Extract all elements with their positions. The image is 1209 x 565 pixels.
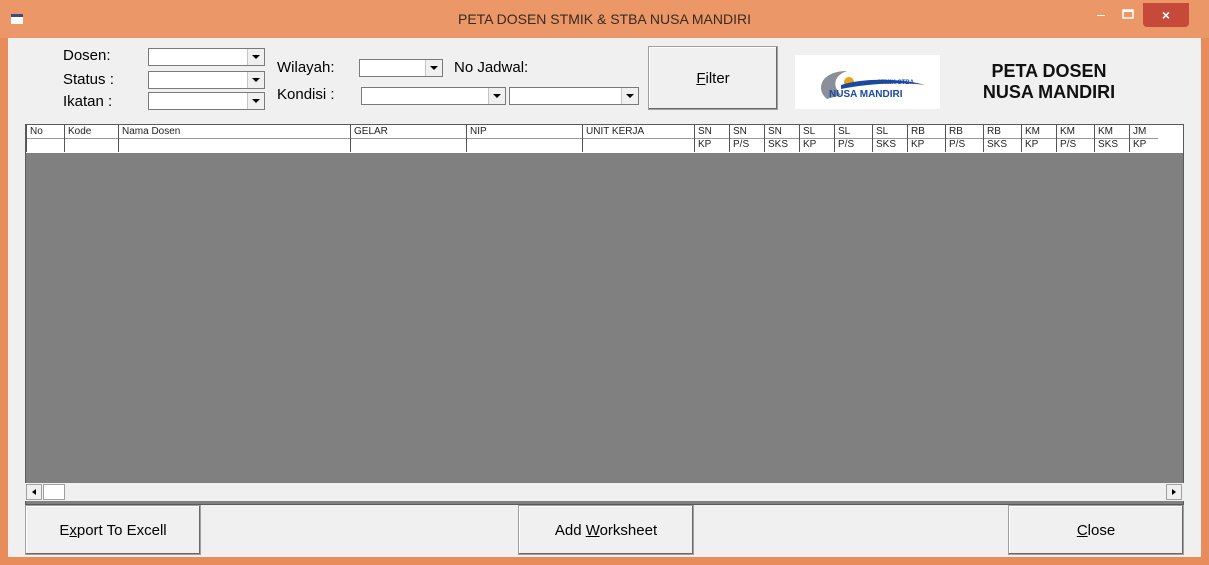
chevron-down-icon[interactable] [488,88,505,104]
no-jadwal-combo[interactable] [509,87,639,105]
kondisi-label: Kondisi : [277,86,335,103]
maximize-button[interactable] [1116,6,1140,26]
column-header[interactable]: SL [872,125,907,139]
peta-dosen-title: PETA DOSEN NUSA MANDIRI [960,61,1138,103]
wilayah-combo[interactable] [359,59,443,77]
export-to-excel-button[interactable]: Export To Excell [25,505,201,555]
column-header[interactable]: SN [694,125,729,139]
column-header[interactable]: KM [1021,125,1056,139]
dosen-label: Dosen: [63,47,111,64]
title-line-2: NUSA MANDIRI [982,82,1116,102]
column-header[interactable]: SL [799,125,834,139]
arrow-left-icon [32,489,36,495]
column-header[interactable]: JM [1129,125,1158,139]
column-header[interactable]: SL [834,125,872,139]
column-subheader: P/S [729,138,764,152]
chevron-down-icon[interactable] [425,60,442,76]
dosen-grid[interactable]: No Kode Nama Dosen GELAR NIP UNIT KERJA SN KP SN… [25,124,1184,505]
add-worksheet-button[interactable]: Add Worksheet [518,505,694,555]
column-header[interactable]: RB [945,125,983,139]
ikatan-label: Ikatan : [63,93,113,110]
column-subheader: KP [1129,138,1158,152]
column-subheader: KP [1021,138,1056,152]
column-subheader: SKS [872,138,907,152]
logo-main-text: NUSA MANDIRI [829,89,903,100]
column-header[interactable]: KM [1056,125,1094,139]
column-subheader [582,138,694,152]
status-combo[interactable] [148,71,265,89]
column-header[interactable]: KM [1094,125,1129,139]
maximize-icon [1122,9,1134,19]
ikatan-combo[interactable] [148,92,265,110]
column-subheader: P/S [1056,138,1094,152]
dosen-combo[interactable] [148,48,265,66]
column-header[interactable]: Kode [64,125,118,139]
chevron-down-icon[interactable] [247,72,264,88]
column-header[interactable]: RB [907,125,945,139]
export-button-label: Export To Excell [59,521,167,539]
column-header[interactable]: SN [729,125,764,139]
logo-graphic [821,71,925,99]
column-header[interactable]: GELAR [350,125,466,139]
scroll-thumb[interactable] [43,484,65,500]
column-subheader: P/S [834,138,872,152]
chevron-down-icon[interactable] [247,93,264,109]
close-button[interactable]: Close [1008,505,1184,555]
minimize-button[interactable]: – [1089,6,1113,26]
column-subheader: SKS [983,138,1021,152]
arrow-right-icon [1172,489,1176,495]
kondisi-combo[interactable] [361,87,506,105]
column-subheader [350,138,466,152]
grid-header: No Kode Nama Dosen GELAR NIP UNIT KERJA SN KP SN… [26,125,1183,153]
column-header[interactable]: NIP [466,125,582,139]
column-subheader: KP [907,138,945,152]
add-worksheet-label: Add Worksheet [554,521,658,539]
window-title: PETA DOSEN STMIK & STBA NUSA MANDIRI [457,11,752,27]
column-subheader: KP [799,138,834,152]
column-subheader [64,138,118,152]
status-label: Status : [63,71,114,88]
column-subheader [466,138,582,152]
form-client: Dosen: Status : Ikatan : Wilayah: No Jad… [8,38,1201,557]
column-header[interactable]: No [26,125,64,139]
column-subheader [118,138,350,152]
no-jadwal-label: No Jadwal: [454,59,529,76]
column-subheader: KP [694,138,729,152]
title-line-1: PETA DOSEN [991,61,1107,81]
close-button-label: Close [1076,521,1116,539]
column-header[interactable]: Nama Dosen [118,125,350,139]
wilayah-label: Wilayah: [277,59,335,76]
column-subheader: SKS [1094,138,1129,152]
filter-button[interactable]: Filter [648,46,778,110]
column-header[interactable]: UNIT KERJA [582,125,694,139]
column-subheader [26,138,64,152]
chevron-down-icon[interactable] [247,49,264,65]
scroll-left-button[interactable] [26,484,42,500]
horizontal-scrollbar[interactable] [25,483,1184,501]
logo-small-text: STMIK-STBA [877,80,914,86]
scroll-right-button[interactable] [1166,484,1182,500]
title-bar: PETA DOSEN STMIK & STBA NUSA MANDIRI – × [0,0,1209,38]
column-subheader: SKS [764,138,799,152]
column-header[interactable]: RB [983,125,1021,139]
column-subheader: P/S [945,138,983,152]
filter-button-label: Filter [696,69,730,87]
close-window-button[interactable]: × [1143,3,1189,27]
chevron-down-icon[interactable] [621,88,638,104]
nusa-mandiri-logo: STMIK-STBA NUSA MANDIRI [795,55,940,109]
column-header[interactable]: SN [764,125,799,139]
